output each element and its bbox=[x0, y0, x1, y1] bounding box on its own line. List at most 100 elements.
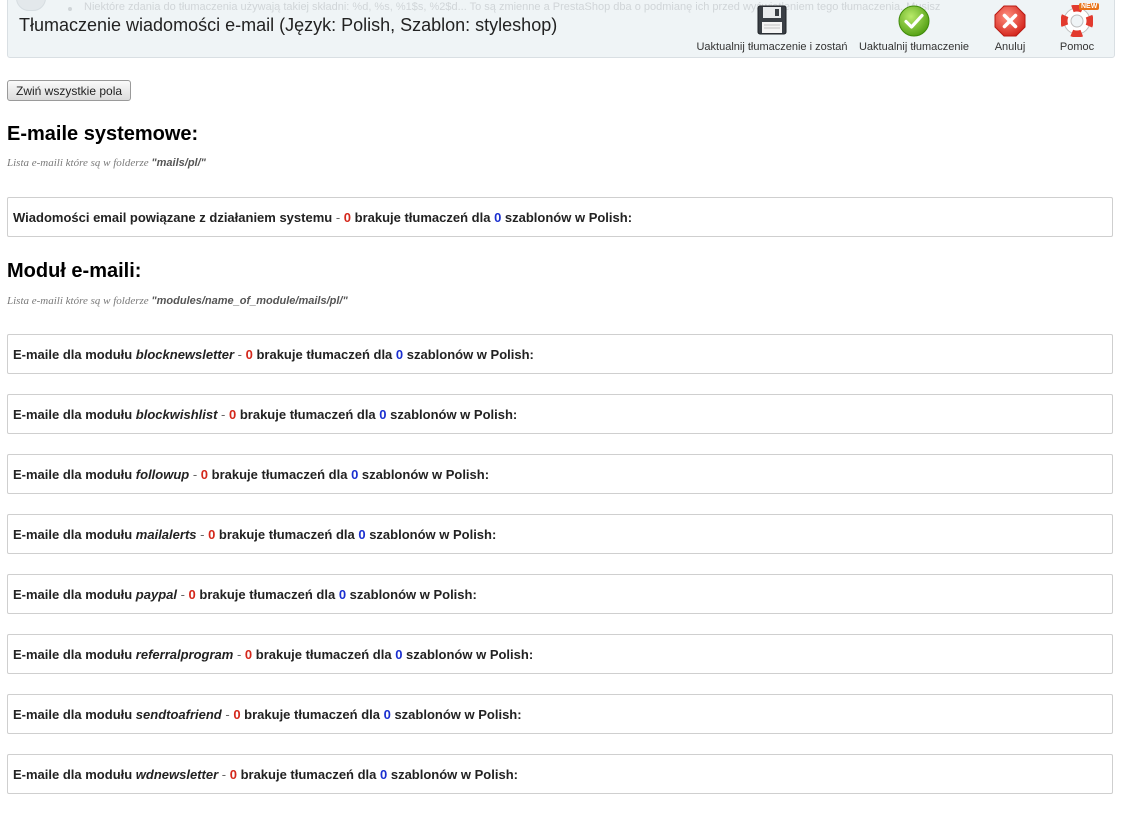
module-email-box-blockwishlist[interactable]: E-maile dla modułu blockwishlist - 0 bra… bbox=[7, 394, 1113, 434]
module-box-dash: - bbox=[218, 767, 230, 782]
system-emails-heading: E-maile systemowe: bbox=[7, 123, 199, 145]
module-missing-count: 0 bbox=[245, 347, 253, 362]
system-box-suffix: szablonów w Polish: bbox=[501, 210, 633, 225]
module-box-dash: - bbox=[217, 407, 229, 422]
system-hint-prefix: Lista e-maili które są w folderze bbox=[7, 157, 149, 169]
module-box-dash: - bbox=[233, 647, 245, 662]
system-emails-hint: Lista e-maili które są w folderze "mails… bbox=[7, 157, 206, 169]
system-box-dash: - bbox=[332, 210, 344, 225]
module-box-dash: - bbox=[221, 707, 234, 722]
module-email-box-wdnewsletter[interactable]: E-maile dla modułu wdnewsletter - 0 brak… bbox=[7, 754, 1113, 794]
module-email-box-sendtoafriend[interactable]: E-maile dla modułu sendtoafriend - 0 bra… bbox=[7, 694, 1113, 734]
module-box-suffix: szablonów w Polish: bbox=[402, 647, 534, 662]
module-box-dash: - bbox=[176, 587, 189, 602]
cancel-button[interactable]: Anuluj bbox=[994, 5, 1026, 55]
background-note-text: Niektóre zdania do tłumaczenia używają t… bbox=[84, 1, 941, 13]
module-name: blocknewsletter bbox=[135, 347, 235, 362]
module-box-suffix: szablonów w Polish: bbox=[390, 707, 522, 722]
module-box-middle: brakuje tłumaczeń dla bbox=[208, 467, 352, 482]
check-icon bbox=[898, 5, 930, 42]
module-name: followup bbox=[135, 467, 190, 482]
module-box-prefix: E-maile dla modułu bbox=[13, 467, 136, 482]
module-box-prefix: E-maile dla modułu bbox=[13, 347, 136, 362]
module-box-middle: brakuje tłumaczeń dla bbox=[252, 347, 396, 362]
module-box-middle: brakuje tłumaczeń dla bbox=[240, 707, 384, 722]
save-label: Uaktualnij tłumaczenie bbox=[858, 41, 970, 53]
module-box-suffix: szablonów w Polish: bbox=[346, 587, 477, 602]
module-missing-count: 0 bbox=[200, 467, 209, 482]
module-box-middle: brakuje tłumaczeń dla bbox=[195, 587, 339, 602]
module-email-box-followup[interactable]: E-maile dla modułu followup - 0 brakuje … bbox=[7, 454, 1113, 494]
module-email-box-blocknewsletter[interactable]: E-maile dla modułu blocknewsletter - 0 b… bbox=[7, 334, 1113, 374]
background-decoration bbox=[16, 0, 46, 11]
system-missing-count: 0 bbox=[343, 210, 352, 225]
page-root: Niektóre zdania do tłumaczenia używają t… bbox=[0, 0, 1127, 815]
help-button[interactable]: NEW Pomoc bbox=[1060, 3, 1100, 55]
module-box-prefix: E-maile dla modułu bbox=[13, 647, 136, 662]
module-box-dash: - bbox=[196, 527, 209, 542]
toolbar-header: Niektóre zdania do tłumaczenia używają t… bbox=[7, 0, 1115, 58]
module-name: referralprogram bbox=[135, 647, 234, 662]
module-missing-count: 0 bbox=[233, 707, 241, 722]
collapse-all-button[interactable]: Zwiń wszystkie pola bbox=[7, 80, 132, 101]
module-box-suffix: szablonów w Polish: bbox=[386, 407, 518, 422]
module-email-summary: E-maile dla modułu followup - 0 brakuje … bbox=[13, 467, 489, 482]
module-email-summary: E-maile dla modułu sendtoafriend - 0 bra… bbox=[13, 707, 522, 722]
module-box-prefix: E-maile dla modułu bbox=[13, 767, 136, 782]
module-hint-folder: "modules/name_of_module/mails/pl/" bbox=[151, 295, 348, 307]
module-name: paypal bbox=[135, 587, 177, 602]
module-box-middle: brakuje tłumaczeń dla bbox=[252, 647, 396, 662]
system-emails-summary: Wiadomości email powiązane z działaniem … bbox=[13, 210, 632, 225]
module-box-middle: brakuje tłumaczeń dla bbox=[236, 407, 380, 422]
module-emails-hint: Lista e-maili które są w folderze "modul… bbox=[7, 295, 348, 307]
module-email-summary: E-maile dla modułu paypal - 0 brakuje tł… bbox=[13, 587, 477, 602]
save-disk-icon bbox=[757, 5, 787, 40]
system-emails-box[interactable]: Wiadomości email powiązane z działaniem … bbox=[7, 197, 1113, 237]
module-name: wdnewsletter bbox=[135, 767, 219, 782]
module-template-count: 0 bbox=[338, 587, 347, 602]
new-badge: NEW bbox=[1079, 3, 1100, 10]
module-box-prefix: E-maile dla modułu bbox=[13, 527, 136, 542]
help-label: Pomoc bbox=[1059, 41, 1095, 53]
module-box-prefix: E-maile dla modułu bbox=[13, 707, 136, 722]
module-box-middle: brakuje tłumaczeń dla bbox=[215, 527, 359, 542]
module-box-suffix: szablonów w Polish: bbox=[358, 467, 490, 482]
module-email-box-mailalerts[interactable]: E-maile dla modułu mailalerts - 0 brakuj… bbox=[7, 514, 1113, 554]
module-template-count: 0 bbox=[383, 707, 391, 722]
module-email-summary: E-maile dla modułu blockwishlist - 0 bra… bbox=[13, 407, 517, 422]
module-box-suffix: szablonów w Polish: bbox=[365, 527, 497, 542]
background-bullet bbox=[68, 7, 72, 11]
save-button[interactable]: Uaktualnij tłumaczenie bbox=[859, 5, 969, 55]
help-lifebuoy-icon bbox=[1060, 4, 1094, 42]
module-box-prefix: E-maile dla modułu bbox=[13, 587, 136, 602]
cancel-label: Anuluj bbox=[994, 41, 1026, 53]
module-email-summary: E-maile dla modułu mailalerts - 0 brakuj… bbox=[13, 527, 496, 542]
module-name: mailalerts bbox=[135, 527, 197, 542]
module-missing-count: 0 bbox=[188, 587, 196, 602]
system-hint-folder: "mails/pl/" bbox=[151, 157, 206, 169]
module-hint-prefix: Lista e-maili które są w folderze bbox=[7, 295, 149, 307]
module-box-middle: brakuje tłumaczeń dla bbox=[236, 767, 380, 782]
system-box-middle: brakuje tłumaczeń dla bbox=[351, 210, 495, 225]
page-title: Tłumaczenie wiadomości e-mail (Język: Po… bbox=[19, 15, 558, 35]
module-box-dash: - bbox=[189, 467, 201, 482]
module-name: sendtoafriend bbox=[135, 707, 222, 722]
module-emails-heading: Moduł e-maili: bbox=[7, 260, 142, 282]
module-email-box-paypal[interactable]: E-maile dla modułu paypal - 0 brakuje tł… bbox=[7, 574, 1113, 614]
module-email-summary: E-maile dla modułu blocknewsletter - 0 b… bbox=[13, 347, 534, 362]
cancel-icon bbox=[994, 5, 1026, 42]
module-email-box-referralprogram[interactable]: E-maile dla modułu referralprogram - 0 b… bbox=[7, 634, 1113, 674]
module-box-prefix: E-maile dla modułu bbox=[13, 407, 136, 422]
module-box-suffix: szablonów w Polish: bbox=[387, 767, 518, 782]
module-missing-count: 0 bbox=[229, 767, 237, 782]
module-box-dash: - bbox=[234, 347, 246, 362]
module-email-summary: E-maile dla modułu referralprogram - 0 b… bbox=[13, 647, 533, 662]
save-and-stay-label: Uaktualnij tłumaczenie i zostań bbox=[696, 41, 848, 53]
module-template-count: 0 bbox=[358, 527, 366, 542]
system-box-prefix: Wiadomości email powiązane z działaniem … bbox=[13, 210, 333, 225]
save-and-stay-button[interactable]: Uaktualnij tłumaczenie i zostań bbox=[696, 5, 848, 55]
module-email-summary: E-maile dla modułu wdnewsletter - 0 brak… bbox=[13, 767, 518, 782]
module-template-count: 0 bbox=[379, 407, 387, 422]
module-name: blockwishlist bbox=[135, 407, 218, 422]
module-box-suffix: szablonów w Polish: bbox=[403, 347, 534, 362]
